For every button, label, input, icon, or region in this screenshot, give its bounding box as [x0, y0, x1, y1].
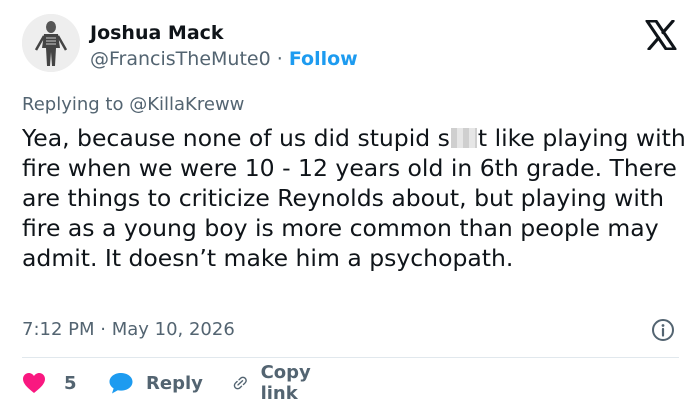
copy-link-button[interactable]: Copy link	[232, 362, 320, 404]
avatar-image	[22, 14, 80, 72]
x-logo-icon[interactable]	[645, 20, 677, 50]
speech-bubble-icon	[109, 373, 133, 394]
user-name[interactable]: Joshua Mack	[90, 21, 224, 45]
user-handle[interactable]: @FrancisTheMute0	[90, 48, 271, 70]
replying-mention[interactable]: @KillaKreww	[129, 94, 244, 115]
reply-button[interactable]: Reply	[108, 369, 203, 397]
like-count: 5	[64, 372, 77, 394]
info-icon[interactable]	[651, 318, 675, 342]
replying-prefix: Replying to	[22, 94, 124, 115]
link-icon	[233, 376, 247, 390]
like-button[interactable]: 5	[22, 369, 77, 397]
censor-block	[450, 128, 477, 148]
heart-icon	[23, 373, 45, 393]
copy-link-label: Copy link	[260, 362, 311, 404]
avatar[interactable]	[22, 14, 80, 72]
handle-line: @FrancisTheMute0 · Follow	[90, 47, 358, 71]
handle-separator: ·	[276, 48, 283, 70]
follow-button[interactable]: Follow	[289, 48, 358, 70]
replying-to: Replying to @KillaKreww	[22, 93, 244, 117]
divider	[22, 357, 679, 358]
reply-label: Reply	[146, 372, 203, 394]
tweet-timestamp[interactable]: 7:12 PM · May 10, 2026	[22, 318, 235, 342]
tweet-text: Yea, because none of us did stupid st li…	[22, 123, 687, 273]
tweet-text-part-1: Yea, because none of us did stupid s	[22, 124, 450, 152]
